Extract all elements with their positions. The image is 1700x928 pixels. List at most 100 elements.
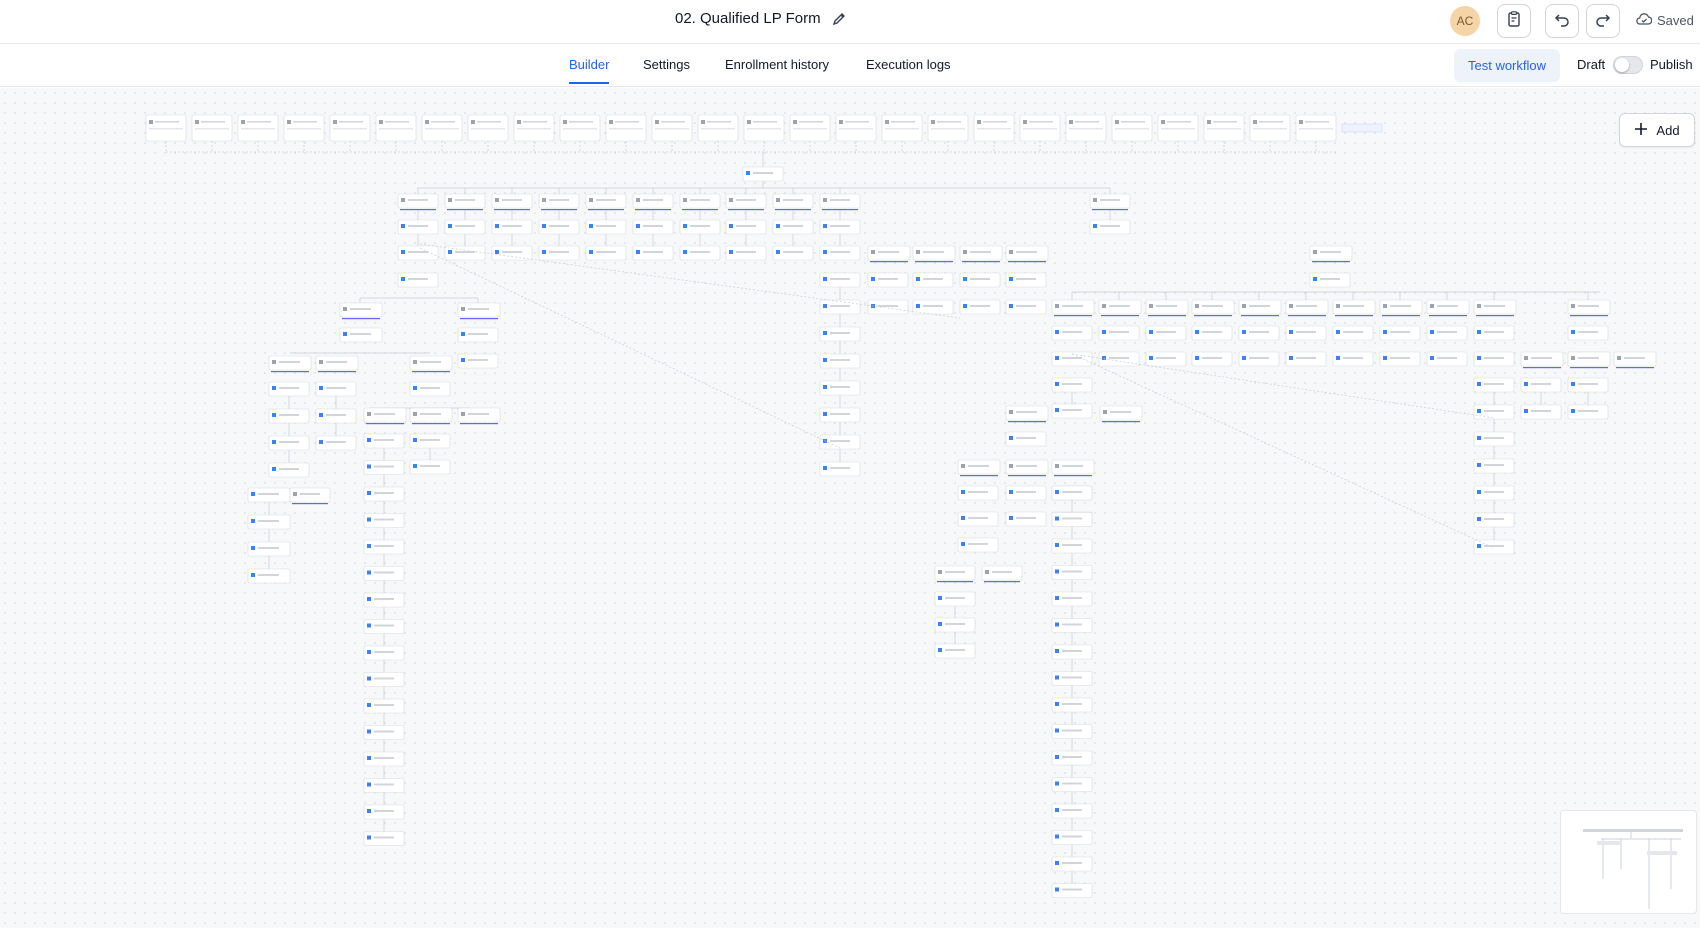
node-text[interactable] <box>643 225 663 227</box>
node-icon[interactable] <box>401 198 405 202</box>
node-text[interactable] <box>1437 331 1457 333</box>
node-text[interactable] <box>643 199 663 201</box>
node-icon[interactable] <box>963 277 967 281</box>
node-icon[interactable] <box>916 250 920 254</box>
node-icon[interactable] <box>251 519 255 523</box>
node-underline[interactable] <box>962 261 1000 263</box>
node-text[interactable] <box>830 305 850 307</box>
node-text[interactable] <box>1100 225 1120 227</box>
node-icon[interactable] <box>1571 382 1575 386</box>
node-underline[interactable] <box>1570 367 1608 369</box>
node-text[interactable] <box>1156 305 1177 307</box>
node-icon[interactable] <box>401 277 405 281</box>
add-button[interactable]: Add <box>1619 113 1695 147</box>
node-underline[interactable] <box>271 371 309 373</box>
node-text[interactable] <box>1062 623 1082 626</box>
node-text[interactable] <box>1343 305 1364 307</box>
node-text[interactable] <box>374 439 394 441</box>
node-icon[interactable] <box>636 250 640 254</box>
node-icon[interactable] <box>272 360 276 364</box>
node-text[interactable] <box>1016 437 1036 439</box>
node-icon[interactable] <box>319 386 323 390</box>
node-icon[interactable] <box>938 622 942 626</box>
node-icon[interactable] <box>776 198 780 202</box>
node-icon[interactable] <box>1242 304 1246 308</box>
node-icon[interactable] <box>251 573 255 577</box>
tab-enrollment-history[interactable]: Enrollment history <box>725 57 829 82</box>
node-underline[interactable] <box>1476 315 1514 317</box>
node-icon[interactable] <box>1149 304 1153 308</box>
node-text[interactable] <box>374 730 394 733</box>
node-text[interactable] <box>1531 383 1551 385</box>
node-icon[interactable] <box>367 491 371 495</box>
node-text[interactable] <box>690 251 710 253</box>
node-text[interactable] <box>374 492 394 494</box>
node-text[interactable] <box>1062 544 1082 546</box>
node-icon[interactable] <box>1383 304 1387 308</box>
node-text[interactable] <box>1062 809 1082 811</box>
node-text[interactable] <box>736 251 756 253</box>
node-icon[interactable] <box>293 492 297 496</box>
node-text[interactable] <box>945 623 965 625</box>
node-text[interactable] <box>1062 782 1082 785</box>
node-icon[interactable] <box>1571 409 1575 413</box>
node-text[interactable] <box>945 649 965 651</box>
node-text[interactable] <box>1109 357 1129 359</box>
node-underline[interactable] <box>915 261 953 263</box>
node-icon[interactable] <box>1571 330 1575 334</box>
node-icon[interactable] <box>963 304 967 308</box>
node-text[interactable] <box>1016 491 1036 493</box>
node-text[interactable] <box>258 520 279 522</box>
node-icon[interactable] <box>1336 330 1340 334</box>
node-icon[interactable] <box>367 650 371 654</box>
node-icon[interactable] <box>1383 330 1387 334</box>
node-text[interactable] <box>1484 437 1504 439</box>
node-text[interactable] <box>1110 411 1131 413</box>
node-text[interactable] <box>970 305 990 307</box>
node-icon[interactable] <box>961 490 965 494</box>
node-icon[interactable] <box>367 464 371 469</box>
node-text[interactable] <box>923 251 944 253</box>
node-icon[interactable] <box>636 198 640 202</box>
node-icon[interactable] <box>495 250 499 254</box>
node-icon[interactable] <box>413 360 417 364</box>
node-text[interactable] <box>970 278 990 280</box>
node-text[interactable] <box>468 308 489 310</box>
node-icon[interactable] <box>1055 408 1059 412</box>
node-text[interactable] <box>1062 597 1082 599</box>
workflow-canvas[interactable]: Add <box>0 88 1700 928</box>
node-text[interactable] <box>1484 305 1505 307</box>
node-icon[interactable] <box>1055 330 1059 334</box>
node-text[interactable] <box>455 225 475 227</box>
node-underline[interactable] <box>412 371 450 373</box>
node-icon[interactable] <box>729 198 733 202</box>
node-underline[interactable] <box>960 475 998 477</box>
node-icon[interactable] <box>343 332 347 336</box>
node-text[interactable] <box>878 251 899 253</box>
node-text[interactable] <box>502 251 522 253</box>
node-text[interactable] <box>1390 331 1410 333</box>
node-text[interactable] <box>1016 278 1036 280</box>
node-underline[interactable] <box>412 423 450 425</box>
node-icon[interactable] <box>319 360 323 364</box>
node-text[interactable] <box>326 414 346 416</box>
node-text[interactable] <box>420 465 440 467</box>
node-icon[interactable] <box>1055 596 1059 600</box>
node-icon[interactable] <box>1055 808 1059 812</box>
node-text[interactable] <box>783 225 803 227</box>
node-text[interactable] <box>1484 357 1504 359</box>
node-text[interactable] <box>1484 545 1504 547</box>
workflow-title[interactable]: 02. Qualified LP Form <box>675 10 847 27</box>
node-text[interactable] <box>1062 357 1082 359</box>
node-icon[interactable] <box>272 413 276 417</box>
node-text[interactable] <box>420 361 441 363</box>
node-underline[interactable] <box>1102 421 1140 423</box>
node-icon[interactable] <box>985 570 989 574</box>
notes-button[interactable] <box>1497 4 1531 38</box>
node-text[interactable] <box>468 413 489 415</box>
node-text[interactable] <box>326 441 346 443</box>
node-underline[interactable] <box>460 318 498 320</box>
node-icon[interactable] <box>1009 490 1013 494</box>
node-underline[interactable] <box>1194 315 1232 317</box>
node-icon[interactable] <box>461 332 465 336</box>
